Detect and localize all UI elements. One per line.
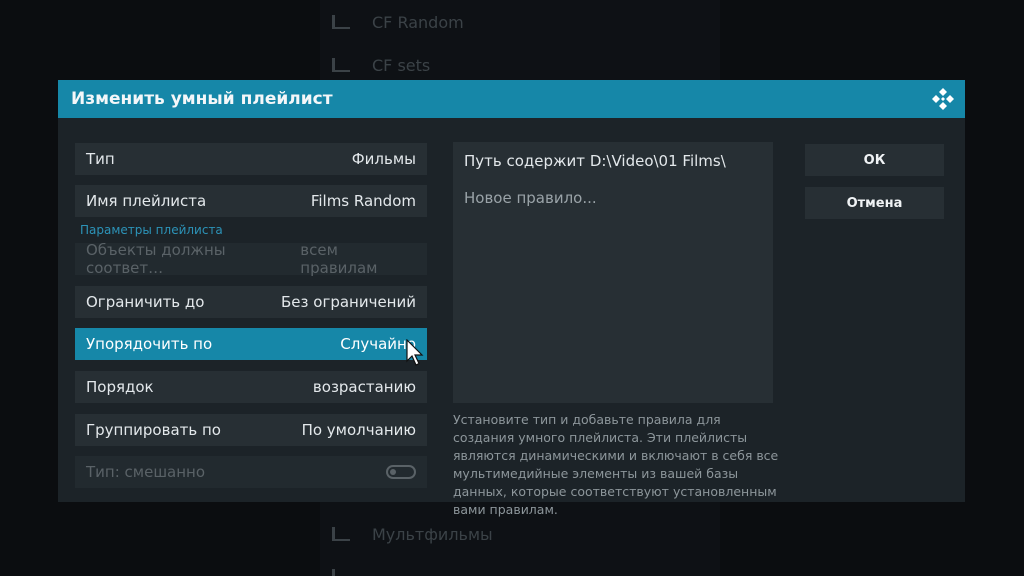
setting-value: Films Random bbox=[310, 192, 416, 210]
setting-label: Тип bbox=[86, 150, 115, 168]
setting-value: По умолчанию bbox=[301, 421, 416, 439]
setting-mixed-type: Тип: смешанно bbox=[75, 456, 427, 488]
help-text: Установите тип и добавьте правила для со… bbox=[453, 412, 779, 517]
mixed-type-toggle bbox=[386, 465, 416, 479]
setting-label: Тип: смешанно bbox=[86, 463, 206, 481]
playlist-icon bbox=[332, 527, 350, 541]
setting-label: Группировать по bbox=[86, 421, 221, 439]
playlist-icon bbox=[332, 58, 350, 72]
kodi-logo-icon bbox=[932, 88, 954, 110]
setting-label: Объекты должны соответ… bbox=[86, 241, 226, 277]
background-list-item: CF sets bbox=[332, 45, 430, 85]
setting-playlist-name[interactable]: Имя плейлиста Films Random bbox=[75, 185, 427, 217]
dialog-header: Изменить умный плейлист bbox=[58, 80, 965, 118]
cancel-button[interactable]: Отмена bbox=[805, 187, 944, 219]
mouse-pointer-icon bbox=[406, 339, 424, 366]
setting-label: Упорядочить по bbox=[86, 335, 213, 353]
setting-group-by[interactable]: Группировать по По умолчанию bbox=[75, 414, 427, 446]
background-list-item bbox=[332, 556, 372, 576]
rule-item[interactable]: Путь содержит D:\Video\01 Films\ bbox=[464, 152, 726, 170]
dialog-title: Изменить умный плейлист bbox=[71, 89, 333, 109]
setting-type[interactable]: Тип Фильмы bbox=[75, 143, 427, 175]
setting-label: Ограничить до bbox=[86, 293, 205, 311]
setting-limit[interactable]: Ограничить до Без ограничений bbox=[75, 286, 427, 318]
setting-match-rules: Объекты должны соответ… всем правилам bbox=[75, 241, 427, 277]
playlist-icon bbox=[332, 15, 350, 29]
section-label-playlist-params: Параметры плейлиста bbox=[80, 223, 223, 237]
setting-value: Без ограничений bbox=[281, 293, 416, 311]
setting-value: всем правилам bbox=[300, 241, 378, 277]
setting-order-by[interactable]: Упорядочить по Случайно bbox=[75, 328, 427, 360]
setting-label: Порядок bbox=[86, 378, 154, 396]
setting-value: Фильмы bbox=[351, 150, 416, 168]
setting-value: возрастанию bbox=[312, 378, 416, 396]
playlist-icon bbox=[332, 569, 350, 576]
background-list-item: Мультфильмы bbox=[332, 514, 493, 554]
new-rule-item[interactable]: Новое правило... bbox=[464, 189, 597, 207]
setting-label: Имя плейлиста bbox=[86, 192, 207, 210]
setting-order-direction[interactable]: Порядок возрастанию bbox=[75, 371, 427, 403]
ok-button[interactable]: ОК bbox=[805, 144, 944, 176]
rules-list: Путь содержит D:\Video\01 Films\ Новое п… bbox=[453, 142, 773, 403]
smart-playlist-dialog: Изменить умный плейлист Тип Фильмы Имя п… bbox=[58, 80, 965, 517]
background-list-item: CF Random bbox=[332, 2, 464, 42]
